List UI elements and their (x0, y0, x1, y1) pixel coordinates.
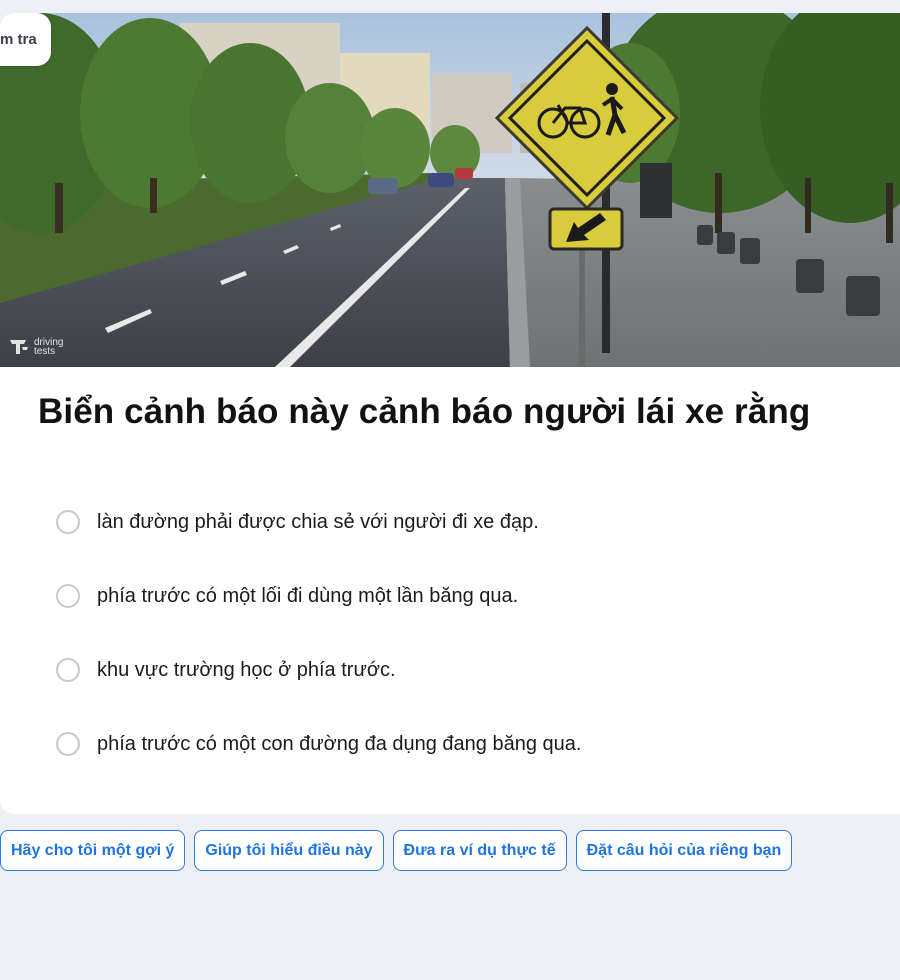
answer-option[interactable]: khu vực trường học ở phía trước. (56, 642, 816, 698)
question-title: Biển cảnh báo này cảnh báo người lái xe … (38, 392, 811, 431)
hint-button[interactable]: Hãy cho tôi một gợi ý (0, 830, 186, 871)
answer-option[interactable]: làn đường phải được chia sẻ với người đi… (56, 494, 816, 550)
question-card: m tra driving tests Biển cảnh báo này cả… (0, 13, 900, 814)
hero-image: m tra driving tests (0, 13, 900, 367)
check-chip-label: m tra (0, 31, 37, 48)
radio-button[interactable] (56, 658, 80, 682)
driving-tests-logo-icon (10, 340, 28, 354)
help-actions: Hãy cho tôi một gợi ý Giúp tôi hiểu điều… (0, 830, 793, 871)
answer-option-label: khu vực trường học ở phía trước. (97, 658, 396, 681)
real-example-button[interactable]: Đưa ra ví dụ thực tế (392, 830, 567, 871)
answer-option[interactable]: phía trước có một lối đi dùng một lần bă… (56, 568, 816, 624)
check-chip[interactable]: m tra (0, 13, 51, 66)
driving-tests-logo-text: driving tests (34, 337, 64, 357)
radio-button[interactable] (56, 732, 80, 756)
answer-option-label: làn đường phải được chia sẻ với người đi… (97, 510, 539, 533)
answer-option-label: phía trước có một lối đi dùng một lần bă… (97, 584, 519, 607)
road-scene-illustration (0, 13, 900, 367)
answer-options: làn đường phải được chia sẻ với người đi… (56, 494, 816, 790)
answer-option-label: phía trước có một con đường đa dụng đang… (97, 732, 582, 755)
arrow-sign-icon (548, 207, 624, 251)
ask-own-question-button[interactable]: Đặt câu hỏi của riêng bạn (575, 830, 793, 871)
explain-button[interactable]: Giúp tôi hiểu điều này (194, 830, 384, 871)
radio-button[interactable] (56, 584, 80, 608)
radio-button[interactable] (56, 510, 80, 534)
answer-option[interactable]: phía trước có một con đường đa dụng đang… (56, 716, 816, 772)
driving-tests-logo: driving tests (8, 337, 74, 357)
